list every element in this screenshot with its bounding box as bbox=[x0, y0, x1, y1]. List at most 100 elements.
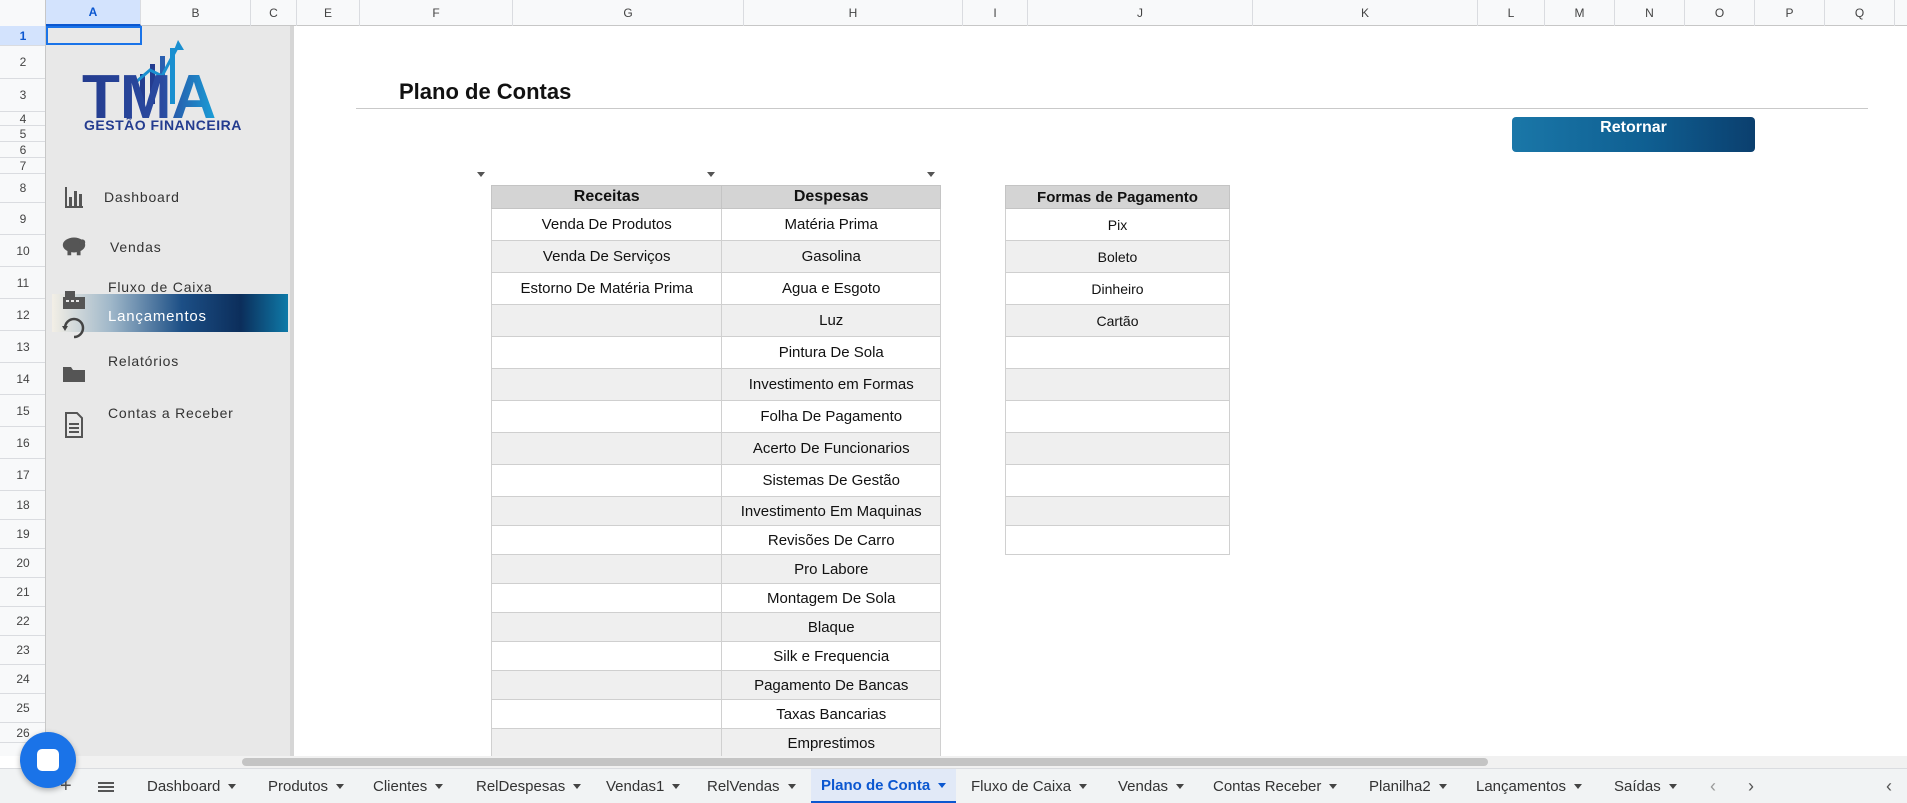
receita-cell[interactable] bbox=[490, 368, 723, 401]
receita-cell[interactable] bbox=[490, 432, 723, 465]
sheet-tab[interactable]: Plano de Conta bbox=[811, 769, 957, 803]
sheet-tab[interactable]: Saídas bbox=[1604, 769, 1687, 803]
receita-cell[interactable] bbox=[490, 304, 723, 337]
column-header[interactable]: B bbox=[141, 0, 251, 26]
receita-cell[interactable]: Estorno De Matéria Prima bbox=[490, 272, 723, 305]
chevron-down-icon[interactable] bbox=[1176, 784, 1185, 789]
sheet-tab[interactable]: Vendas bbox=[1108, 769, 1194, 803]
row-header[interactable]: 5 bbox=[0, 126, 45, 142]
despesa-cell[interactable]: Pintura De Sola bbox=[721, 336, 941, 369]
payment-method-cell[interactable]: Boleto bbox=[1005, 240, 1230, 273]
column-header[interactable]: Q bbox=[1825, 0, 1895, 26]
receita-cell[interactable]: Venda De Serviços bbox=[490, 240, 723, 273]
receita-cell[interactable]: Venda De Produtos bbox=[490, 208, 723, 241]
column-header[interactable]: J bbox=[1028, 0, 1253, 26]
payment-method-cell[interactable] bbox=[1005, 525, 1230, 555]
sheet-tab[interactable]: Produtos bbox=[258, 769, 354, 803]
filter-dropdown-icon[interactable] bbox=[927, 172, 935, 177]
nav-item-lancamentos[interactable]: Lançamentos bbox=[60, 300, 290, 339]
row-header[interactable]: 13 bbox=[0, 331, 45, 363]
chevron-down-icon[interactable] bbox=[1668, 784, 1677, 789]
chevron-down-icon[interactable] bbox=[787, 784, 796, 789]
receita-cell[interactable] bbox=[490, 400, 723, 433]
receita-cell[interactable] bbox=[490, 496, 723, 526]
column-header[interactable]: I bbox=[963, 0, 1028, 26]
column-header[interactable]: A bbox=[46, 0, 141, 26]
sheet-tab[interactable]: Vendas1 bbox=[596, 769, 690, 803]
chat-fab-button[interactable] bbox=[20, 732, 76, 788]
column-header[interactable]: M bbox=[1545, 0, 1615, 26]
row-header[interactable]: 16 bbox=[0, 427, 45, 459]
column-header[interactable]: E bbox=[297, 0, 360, 26]
despesa-cell[interactable]: Folha De Pagamento bbox=[721, 400, 941, 433]
sheet-tab[interactable]: RelDespesas bbox=[466, 769, 591, 803]
row-header[interactable]: 7 bbox=[0, 158, 45, 174]
chevron-down-icon[interactable] bbox=[573, 784, 582, 789]
nav-item-dashboard[interactable]: Dashboard bbox=[60, 180, 290, 214]
row-header[interactable]: 23 bbox=[0, 636, 45, 665]
chevron-down-icon[interactable] bbox=[938, 782, 947, 788]
row-header[interactable]: 17 bbox=[0, 459, 45, 491]
payment-method-cell[interactable] bbox=[1005, 496, 1230, 526]
payment-method-cell[interactable] bbox=[1005, 432, 1230, 465]
row-header[interactable]: 14 bbox=[0, 363, 45, 395]
column-header[interactable]: R bbox=[1895, 0, 1907, 26]
nav-item-vendas[interactable]: Vendas bbox=[60, 228, 290, 262]
filter-dropdown-icon[interactable] bbox=[477, 172, 485, 177]
chevron-down-icon[interactable] bbox=[1438, 784, 1447, 789]
row-header[interactable]: 20 bbox=[0, 549, 45, 578]
column-header[interactable]: L bbox=[1478, 0, 1545, 26]
receita-cell[interactable] bbox=[490, 336, 723, 369]
row-header[interactable]: 3 bbox=[0, 79, 45, 112]
despesa-cell[interactable]: Pagamento De Bancas bbox=[721, 670, 941, 700]
row-header[interactable]: 4 bbox=[0, 112, 45, 126]
sheet-tab[interactable]: RelVendas bbox=[697, 769, 806, 803]
row-header[interactable]: 21 bbox=[0, 578, 45, 607]
despesa-cell[interactable]: Revisões De Carro bbox=[721, 525, 941, 555]
despesa-cell[interactable]: Acerto De Funcionarios bbox=[721, 432, 941, 465]
payment-method-cell[interactable] bbox=[1005, 464, 1230, 497]
payment-method-cell[interactable] bbox=[1005, 368, 1230, 401]
column-header[interactable]: K bbox=[1253, 0, 1478, 26]
row-header[interactable]: 25 bbox=[0, 694, 45, 723]
payment-method-cell[interactable]: Pix bbox=[1005, 208, 1230, 241]
select-all-corner[interactable] bbox=[0, 0, 46, 26]
row-header[interactable]: 9 bbox=[0, 203, 45, 235]
collapse-sidebar-icon[interactable]: ‹ bbox=[1876, 769, 1902, 803]
receita-cell[interactable] bbox=[490, 728, 723, 758]
row-header[interactable]: 1 bbox=[0, 26, 45, 46]
row-header[interactable]: 2 bbox=[0, 46, 45, 79]
nav-item-contas-a-receber[interactable]: Contas a Receber bbox=[60, 400, 290, 438]
row-header[interactable]: 10 bbox=[0, 235, 45, 267]
row-header[interactable]: 18 bbox=[0, 491, 45, 520]
receita-cell[interactable] bbox=[490, 464, 723, 497]
receita-cell[interactable] bbox=[490, 554, 723, 584]
horizontal-scrollbar[interactable] bbox=[46, 756, 1907, 768]
return-button[interactable]: Retornar bbox=[1512, 117, 1755, 152]
sheet-tab[interactable]: Clientes bbox=[363, 769, 453, 803]
despesa-cell[interactable]: Luz bbox=[721, 304, 941, 337]
receita-cell[interactable] bbox=[490, 525, 723, 555]
nav-item-relatorios[interactable]: Relatórios bbox=[60, 350, 290, 384]
row-header[interactable]: 22 bbox=[0, 607, 45, 636]
sheet-tab[interactable]: Contas Receber bbox=[1203, 769, 1347, 803]
despesa-cell[interactable]: Matéria Prima bbox=[721, 208, 941, 241]
despesa-cell[interactable]: Investimento Em Maquinas bbox=[721, 496, 941, 526]
payment-method-cell[interactable]: Dinheiro bbox=[1005, 272, 1230, 305]
payment-method-cell[interactable]: Cartão bbox=[1005, 304, 1230, 337]
scroll-tabs-right-icon[interactable]: › bbox=[1738, 769, 1764, 803]
sheet-tab[interactable]: Planilha2 bbox=[1359, 769, 1457, 803]
sheet-tab[interactable]: Dashboard bbox=[137, 769, 246, 803]
receita-cell[interactable] bbox=[490, 612, 723, 642]
chevron-down-icon[interactable] bbox=[1574, 784, 1583, 789]
row-header[interactable]: 15 bbox=[0, 395, 45, 427]
despesa-cell[interactable]: Taxas Bancarias bbox=[721, 699, 941, 729]
receita-cell[interactable] bbox=[490, 641, 723, 671]
column-header[interactable]: G bbox=[513, 0, 744, 26]
payment-method-cell[interactable] bbox=[1005, 400, 1230, 433]
column-header[interactable]: H bbox=[744, 0, 963, 26]
row-header[interactable]: 24 bbox=[0, 665, 45, 694]
filter-dropdown-icon[interactable] bbox=[707, 172, 715, 177]
scroll-tabs-left-icon[interactable]: ‹ bbox=[1700, 769, 1726, 803]
column-header[interactable]: N bbox=[1615, 0, 1685, 26]
